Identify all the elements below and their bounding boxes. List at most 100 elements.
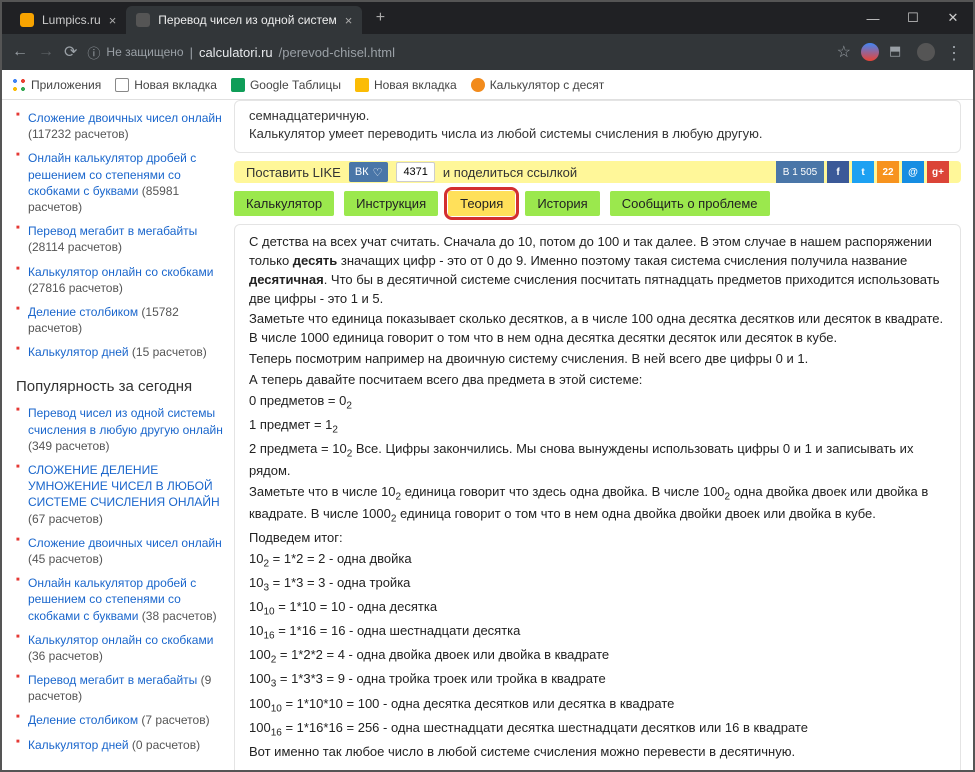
theory-line: Подведем итог:	[249, 529, 946, 548]
theory-line: 102 = 1*2 = 2 - одна двойка	[249, 550, 946, 572]
bookmark-item[interactable]: Google Таблицы	[231, 78, 341, 92]
sidebar-item[interactable]: Перевод мегабит в мегабайты (28114 расче…	[16, 219, 224, 259]
tab-title: Lumpics.ru	[42, 13, 101, 27]
sidebar-item[interactable]: Деление столбиком (7 расчетов)	[16, 708, 224, 732]
sheets-icon	[231, 78, 245, 92]
extension-icon[interactable]	[861, 43, 879, 61]
sidebar-count: (15 расчетов)	[129, 345, 207, 359]
share-gplus-button[interactable]: g+	[927, 161, 949, 183]
sidebar-count: (7 расчетов)	[138, 713, 209, 727]
close-icon[interactable]: ×	[109, 13, 117, 28]
vk-like-button[interactable]: ВК♡	[349, 162, 389, 182]
sidebar-item[interactable]: Перевод мегабит в мегабайты (9 расчетов)	[16, 668, 224, 708]
minimize-button[interactable]: —	[853, 2, 893, 34]
url-path: /perevod-chisel.html	[279, 45, 395, 60]
security-label: Не защищено	[106, 45, 183, 59]
sidebar-count: (38 расчетов)	[138, 609, 216, 623]
sidebar-item[interactable]: Калькулятор дней (0 расчетов)	[16, 733, 224, 757]
new-tab-button[interactable]: +	[368, 6, 392, 30]
share-mail-button[interactable]: @	[902, 161, 924, 183]
browser-tab[interactable]: Lumpics.ru ×	[10, 6, 126, 34]
sidebar-link[interactable]: Сложение двоичных чисел онлайн	[28, 111, 222, 125]
extension-icon[interactable]: ⬒	[889, 43, 907, 61]
sidebar-item[interactable]: Калькулятор онлайн со скобками (27816 ра…	[16, 260, 224, 300]
apps-icon	[12, 78, 26, 92]
content-tabs: Калькулятор Инструкция Теория История Сообщи…	[234, 191, 961, 216]
sidebar-link[interactable]: Перевод мегабит в мегабайты	[28, 673, 197, 687]
share-fb-button[interactable]: f	[827, 161, 849, 183]
bookmark-star-icon[interactable]: ☆	[837, 42, 851, 62]
sidebar-link[interactable]: Калькулятор дней	[28, 345, 129, 359]
sidebar-item[interactable]: Калькулятор дней (15 расчетов)	[16, 340, 224, 364]
theory-line: 1003 = 1*3*3 = 9 - одна тройка троек или…	[249, 670, 946, 692]
profile-avatar[interactable]	[917, 43, 935, 61]
main-content: семнадцатеричную. Калькулятор умеет пере…	[234, 100, 973, 770]
theory-line: Теперь посмотрим например на двоичную си…	[249, 350, 946, 369]
share-ok-button[interactable]: 22	[877, 161, 899, 183]
intro-text: Калькулятор умеет переводить числа из лю…	[249, 125, 946, 143]
menu-icon[interactable]: ⋮	[945, 43, 963, 61]
sidebar-count: (117232 расчетов)	[28, 127, 129, 141]
sidebar-count: (349 расчетов)	[28, 439, 110, 453]
share-vk-button[interactable]: В 1 505	[776, 161, 824, 183]
sidebar-link[interactable]: Перевод чисел из одной системы счисления…	[28, 406, 223, 436]
page-icon	[115, 78, 129, 92]
back-icon[interactable]: ←	[12, 43, 28, 61]
like-label: Поставить LIKE	[246, 165, 341, 180]
theory-line: Заметьте что в числе 102 единица говорит…	[249, 483, 946, 527]
theory-line: 1010 = 1*10 = 10 - одна десятка	[249, 598, 946, 620]
sidebar-count: (27816 расчетов)	[28, 281, 123, 295]
theory-line: 0 предметов = 02	[249, 392, 946, 414]
reload-icon[interactable]: ⟳	[64, 42, 77, 62]
forward-icon[interactable]: →	[38, 43, 54, 61]
content-tab-калькулятор[interactable]: Калькулятор	[234, 191, 334, 216]
sidebar-item[interactable]: Деление столбиком (15782 расчетов)	[16, 300, 224, 340]
sidebar-count: (45 расчетов)	[28, 552, 103, 566]
sidebar-link[interactable]: Калькулятор онлайн со скобками	[28, 265, 213, 279]
close-icon[interactable]: ×	[345, 13, 353, 28]
theory-line: 2 предмета = 102 Все. Цифры закончились.…	[249, 440, 946, 481]
content-tab-инструкция[interactable]: Инструкция	[344, 191, 438, 216]
theory-line: А теперь давайте посчитаем всего два пре…	[249, 371, 946, 390]
content-tab-история[interactable]: История	[525, 191, 599, 216]
share-label: и поделиться ссылкой	[443, 165, 577, 180]
sidebar-link[interactable]: Калькулятор онлайн со скобками	[28, 633, 213, 647]
close-window-button[interactable]: ✕	[933, 2, 973, 34]
maximize-button[interactable]: ☐	[893, 2, 933, 34]
sidebar-count: (67 расчетов)	[28, 512, 103, 526]
favicon-icon	[136, 13, 150, 27]
sidebar-count: (36 расчетов)	[28, 649, 103, 663]
sidebar-section-title: Популярность за сегодня	[16, 378, 224, 395]
sidebar-link[interactable]: Калькулятор дней	[28, 738, 129, 752]
content-tab-теория[interactable]: Теория	[448, 191, 515, 216]
intro-card: семнадцатеричную. Калькулятор умеет пере…	[234, 100, 961, 153]
sidebar-item[interactable]: Сложение двоичных чисел онлайн (45 расче…	[16, 531, 224, 571]
bookmark-item[interactable]: Новая вкладка	[355, 78, 457, 92]
sidebar-item[interactable]: Перевод чисел из одной системы счисления…	[16, 401, 224, 458]
address-bar: ← → ⟳ ⓘ Не защищено | calculatori.ru/per…	[2, 34, 973, 70]
bookmark-item[interactable]: Новая вкладка	[115, 78, 217, 92]
theory-line: С детства на всех учат считать. Сначала …	[249, 233, 946, 308]
sidebar-link[interactable]: Перевод мегабит в мегабайты	[28, 224, 197, 238]
sidebar-link[interactable]: Сложение двоичных чисел онлайн	[28, 536, 222, 550]
theory-line: 10016 = 1*16*16 = 256 - одна шестнадцати…	[249, 719, 946, 741]
sidebar-link[interactable]: Деление столбиком	[28, 305, 138, 319]
sidebar-item[interactable]: Калькулятор онлайн со скобками (36 расче…	[16, 628, 224, 668]
theory-line: 1016 = 1*16 = 16 - одна шестнадцати деся…	[249, 622, 946, 644]
bookmark-item[interactable]: Калькулятор с десят	[471, 78, 605, 92]
sidebar-item[interactable]: Онлайн калькулятор дробей с решением со …	[16, 146, 224, 219]
sidebar-item[interactable]: Онлайн калькулятор дробей с решением со …	[16, 571, 224, 628]
page-icon	[355, 78, 369, 92]
browser-tab-active[interactable]: Перевод чисел из одной систем ×	[126, 6, 362, 34]
content-tab-сообщить о проблеме[interactable]: Сообщить о проблеме	[610, 191, 770, 216]
sidebar-item[interactable]: СЛОЖЕНИЕ ДЕЛЕНИЕ УМНОЖЕНИЕ ЧИСЕЛ В ЛЮБОЙ…	[16, 458, 224, 531]
tab-title: Перевод чисел из одной систем	[158, 13, 336, 27]
sidebar-link[interactable]: Деление столбиком	[28, 713, 138, 727]
theory-line: Вот именно так любое число в любой систе…	[249, 743, 946, 762]
apps-button[interactable]: Приложения	[12, 78, 101, 92]
share-tw-button[interactable]: t	[852, 161, 874, 183]
theory-line: 1002 = 1*2*2 = 4 - одна двойка двоек или…	[249, 646, 946, 668]
sidebar-item[interactable]: Сложение двоичных чисел онлайн (117232 р…	[16, 106, 224, 146]
sidebar-link[interactable]: СЛОЖЕНИЕ ДЕЛЕНИЕ УМНОЖЕНИЕ ЧИСЕЛ В ЛЮБОЙ…	[28, 463, 220, 509]
url-field[interactable]: ⓘ Не защищено | calculatori.ru/perevod-c…	[87, 43, 826, 62]
